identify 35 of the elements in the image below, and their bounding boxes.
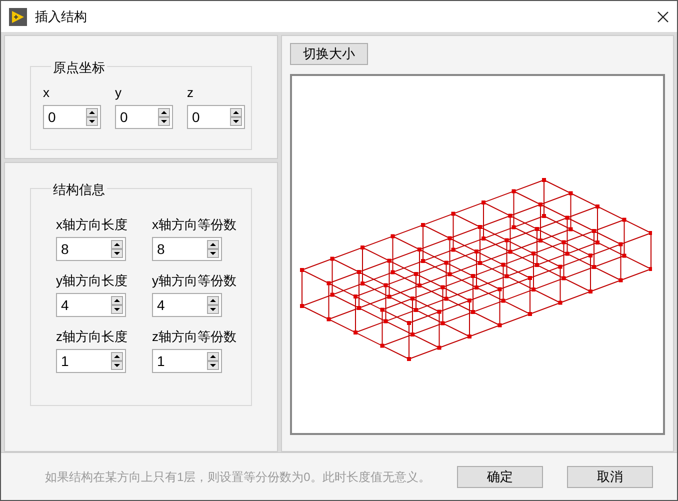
dialog-button[interactable]: 取消 xyxy=(567,466,653,488)
field-label: y xyxy=(115,85,122,101)
spinner-icon[interactable] xyxy=(207,296,219,314)
toggle-size-button[interactable]: 切换大小 xyxy=(290,43,368,65)
field-label: x xyxy=(43,85,50,101)
spinner-icon[interactable] xyxy=(207,240,219,258)
number-field[interactable]: 4 xyxy=(56,293,126,317)
app-icon xyxy=(9,8,27,26)
field-label: x轴方向长度 xyxy=(56,217,128,233)
spinner-icon[interactable] xyxy=(111,352,123,370)
number-field[interactable]: 0 xyxy=(43,105,101,129)
spinner-icon[interactable] xyxy=(111,240,123,258)
window-title: 插入结构 xyxy=(35,8,87,26)
number-field[interactable]: 8 xyxy=(56,237,126,261)
number-field[interactable]: 8 xyxy=(152,237,222,261)
spinner-icon[interactable] xyxy=(230,108,242,126)
spinner-icon[interactable] xyxy=(158,108,170,126)
field-label: z xyxy=(187,85,194,101)
number-field[interactable]: 0 xyxy=(115,105,173,129)
spinner-icon[interactable] xyxy=(111,296,123,314)
number-field[interactable]: 1 xyxy=(152,349,222,373)
field-label: x轴方向等份数 xyxy=(152,217,238,233)
number-field[interactable]: 4 xyxy=(152,293,222,317)
field-label: y轴方向等份数 xyxy=(152,273,238,289)
field-label: z轴方向等份数 xyxy=(152,329,238,345)
hint-text: 如果结构在某方向上只有1层，则设置等分份数为0。此时长度值无意义。 xyxy=(45,468,430,486)
group-title: 原点坐标 xyxy=(51,58,107,78)
spinner-icon[interactable] xyxy=(86,108,98,126)
spinner-icon[interactable] xyxy=(207,352,219,370)
close-icon[interactable] xyxy=(657,10,669,22)
field-label: y轴方向长度 xyxy=(56,273,128,289)
number-field[interactable]: 1 xyxy=(56,349,126,373)
number-field[interactable]: 0 xyxy=(187,105,245,129)
dialog-button[interactable]: 确定 xyxy=(457,466,543,488)
field-label: z轴方向长度 xyxy=(56,329,128,345)
